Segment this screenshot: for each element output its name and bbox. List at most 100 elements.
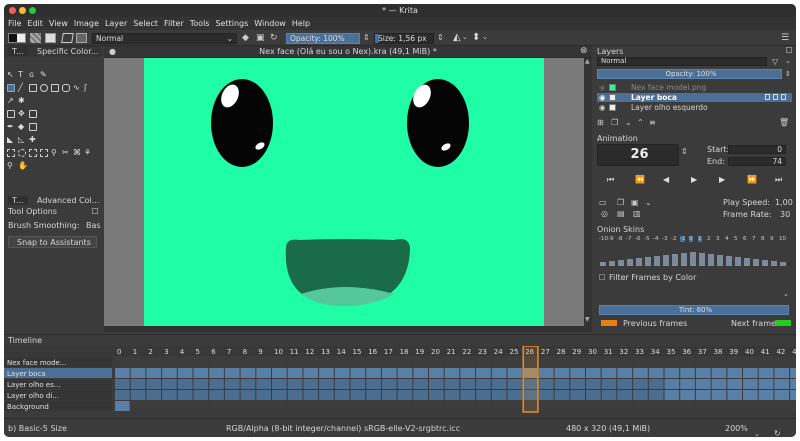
- edit-shapes-icon[interactable]: ɢ: [29, 71, 37, 79]
- timeline-frame-cell[interactable]: [177, 390, 193, 400]
- onion-frame-label[interactable]: 3: [716, 236, 720, 242]
- timeline-frame-cell[interactable]: [240, 379, 256, 389]
- alpha-icon[interactable]: [773, 94, 778, 100]
- polygon-select-icon[interactable]: [29, 149, 37, 157]
- chevron-down-icon[interactable]: ⌄: [783, 290, 789, 298]
- frame-number-label[interactable]: 20: [431, 348, 440, 356]
- alpha-lock-icon[interactable]: ▣: [256, 33, 265, 43]
- timeline-frame-cell[interactable]: [334, 379, 350, 389]
- frame-number-label[interactable]: 27: [541, 348, 550, 356]
- timeline-frame-cell[interactable]: [538, 368, 554, 378]
- timeline-frame-cell[interactable]: [790, 357, 796, 367]
- onion-frame-bar[interactable]: [726, 256, 732, 266]
- timeline-frame-cell[interactable]: [429, 379, 444, 389]
- previous-frame-icon[interactable]: ◀: [663, 175, 669, 184]
- document-tab[interactable]: ● Nex face (Olá eu sou o Nex).kra (49,1 …: [104, 46, 592, 58]
- menu-filter[interactable]: Filter: [164, 17, 184, 30]
- onion-frame-label[interactable]: 1: [698, 236, 702, 242]
- timeline-frame-cell[interactable]: [680, 390, 695, 400]
- frame-number-label[interactable]: 22: [462, 348, 471, 356]
- brush-editor-icon[interactable]: [76, 33, 87, 43]
- timeline-frame-cell[interactable]: [648, 357, 664, 367]
- timeline-frame-cell[interactable]: [460, 357, 476, 367]
- timeline-frame-cell[interactable]: [209, 379, 224, 389]
- frame-number-label[interactable]: 7: [227, 348, 231, 356]
- pan-tool-icon[interactable]: ✋: [18, 162, 28, 170]
- frame-number-label[interactable]: 39: [729, 348, 738, 356]
- fill-tool-icon[interactable]: ◆: [18, 123, 26, 131]
- timeline-frame-cell[interactable]: [586, 357, 601, 367]
- timeline-frame-cell[interactable]: [633, 401, 648, 411]
- onion-frame-label[interactable]: 6: [743, 236, 747, 242]
- timeline-frame-cell[interactable]: [727, 368, 742, 378]
- timeline-frame-cell[interactable]: [256, 357, 271, 367]
- timeline-frame-cell[interactable]: [601, 368, 617, 378]
- eraser-icon[interactable]: ◆: [242, 33, 249, 43]
- timeline-frame-cell[interactable]: [193, 368, 209, 378]
- frame-number-label[interactable]: 37: [698, 348, 707, 356]
- onion-frame-label[interactable]: 10: [779, 236, 786, 242]
- timeline-frame-cell[interactable]: [664, 357, 680, 367]
- timeline-frame-cell[interactable]: [224, 368, 240, 378]
- timeline-frame-cell[interactable]: [350, 401, 366, 411]
- frame-number-label[interactable]: 1: [133, 348, 137, 356]
- timeline-frame-cell[interactable]: [774, 368, 790, 378]
- blend-mode-select[interactable]: Normal ⌄: [92, 33, 237, 44]
- timeline-frame-cell[interactable]: [727, 379, 742, 389]
- timeline-frame-cell[interactable]: [586, 390, 601, 400]
- menu-image[interactable]: Image: [74, 17, 99, 30]
- timeline-frame-cell[interactable]: [491, 368, 507, 378]
- timeline-frame-cell[interactable]: [115, 379, 130, 389]
- timeline-frame-cell[interactable]: [554, 390, 570, 400]
- timeline-frame-cell[interactable]: [444, 401, 460, 411]
- select-shapes-icon[interactable]: ↖: [7, 71, 15, 79]
- timeline-frame-cell[interactable]: [727, 357, 742, 367]
- timeline-frame-cell[interactable]: [444, 390, 460, 400]
- size-slider[interactable]: Size: 1,56 px: [374, 33, 434, 44]
- frame-number-label[interactable]: 15: [353, 348, 362, 356]
- timeline-frame-cell[interactable]: [177, 379, 193, 389]
- menu-edit[interactable]: Edit: [27, 17, 43, 30]
- timeline-frame-cell[interactable]: [601, 357, 617, 367]
- timeline-frame-cell[interactable]: [209, 357, 224, 367]
- tab-toolbox[interactable]: T...: [8, 47, 28, 56]
- chevron-down-icon[interactable]: ⌄: [754, 425, 760, 437]
- timeline-frame-cell[interactable]: [774, 379, 790, 389]
- timeline-frame-cell[interactable]: [240, 357, 256, 367]
- onion-frame-bar[interactable]: [663, 255, 669, 266]
- canvas-viewport[interactable]: [104, 58, 584, 326]
- drop-frames-icon[interactable]: ▤: [617, 209, 625, 218]
- timeline-frame-cell[interactable]: [162, 390, 177, 400]
- timeline-frame-cell[interactable]: [460, 379, 476, 389]
- timeline-frame-cell[interactable]: [366, 390, 381, 400]
- timeline-frame-cell[interactable]: [287, 401, 303, 411]
- frame-number-label[interactable]: 42: [776, 348, 785, 356]
- timeline-frame-cell[interactable]: [381, 390, 397, 400]
- timeline-frame-cell[interactable]: [287, 390, 303, 400]
- menu-tools[interactable]: Tools: [190, 17, 210, 30]
- timeline-frame-cell[interactable]: [334, 357, 350, 367]
- timeline-frame-cell[interactable]: [287, 357, 303, 367]
- onion-frame-bar[interactable]: [636, 258, 642, 266]
- current-frame-field[interactable]: 26: [597, 144, 679, 166]
- snap-to-assistants-button[interactable]: Snap to Assistants: [8, 236, 97, 248]
- filter-icon[interactable]: ▽: [772, 57, 778, 66]
- timeline-frame-cell[interactable]: [695, 368, 711, 378]
- audio-icon[interactable]: ▥: [633, 209, 641, 218]
- timeline-frame-cell[interactable]: [648, 390, 664, 400]
- current-keyframe-cell[interactable]: [524, 368, 537, 378]
- timeline-frame-cell[interactable]: [303, 379, 319, 389]
- add-layer-icon[interactable]: ⊞: [597, 118, 604, 127]
- pattern-icon[interactable]: [30, 33, 41, 43]
- timeline-frame-cell[interactable]: [460, 390, 476, 400]
- timeline-frame-cell[interactable]: [287, 368, 303, 378]
- timeline-frame-cell[interactable]: [381, 357, 397, 367]
- onion-skin-icon[interactable]: ◎: [601, 209, 608, 218]
- gradient-icon[interactable]: [45, 33, 56, 43]
- timeline-frame-cell[interactable]: [507, 357, 523, 367]
- menu-select[interactable]: Select: [133, 17, 158, 30]
- timeline-frame-cell[interactable]: [491, 390, 507, 400]
- mirror-horizontal-icon[interactable]: ◭: [453, 32, 461, 43]
- timeline-frame-cell[interactable]: [303, 401, 319, 411]
- timeline-frame-cell[interactable]: [350, 357, 366, 367]
